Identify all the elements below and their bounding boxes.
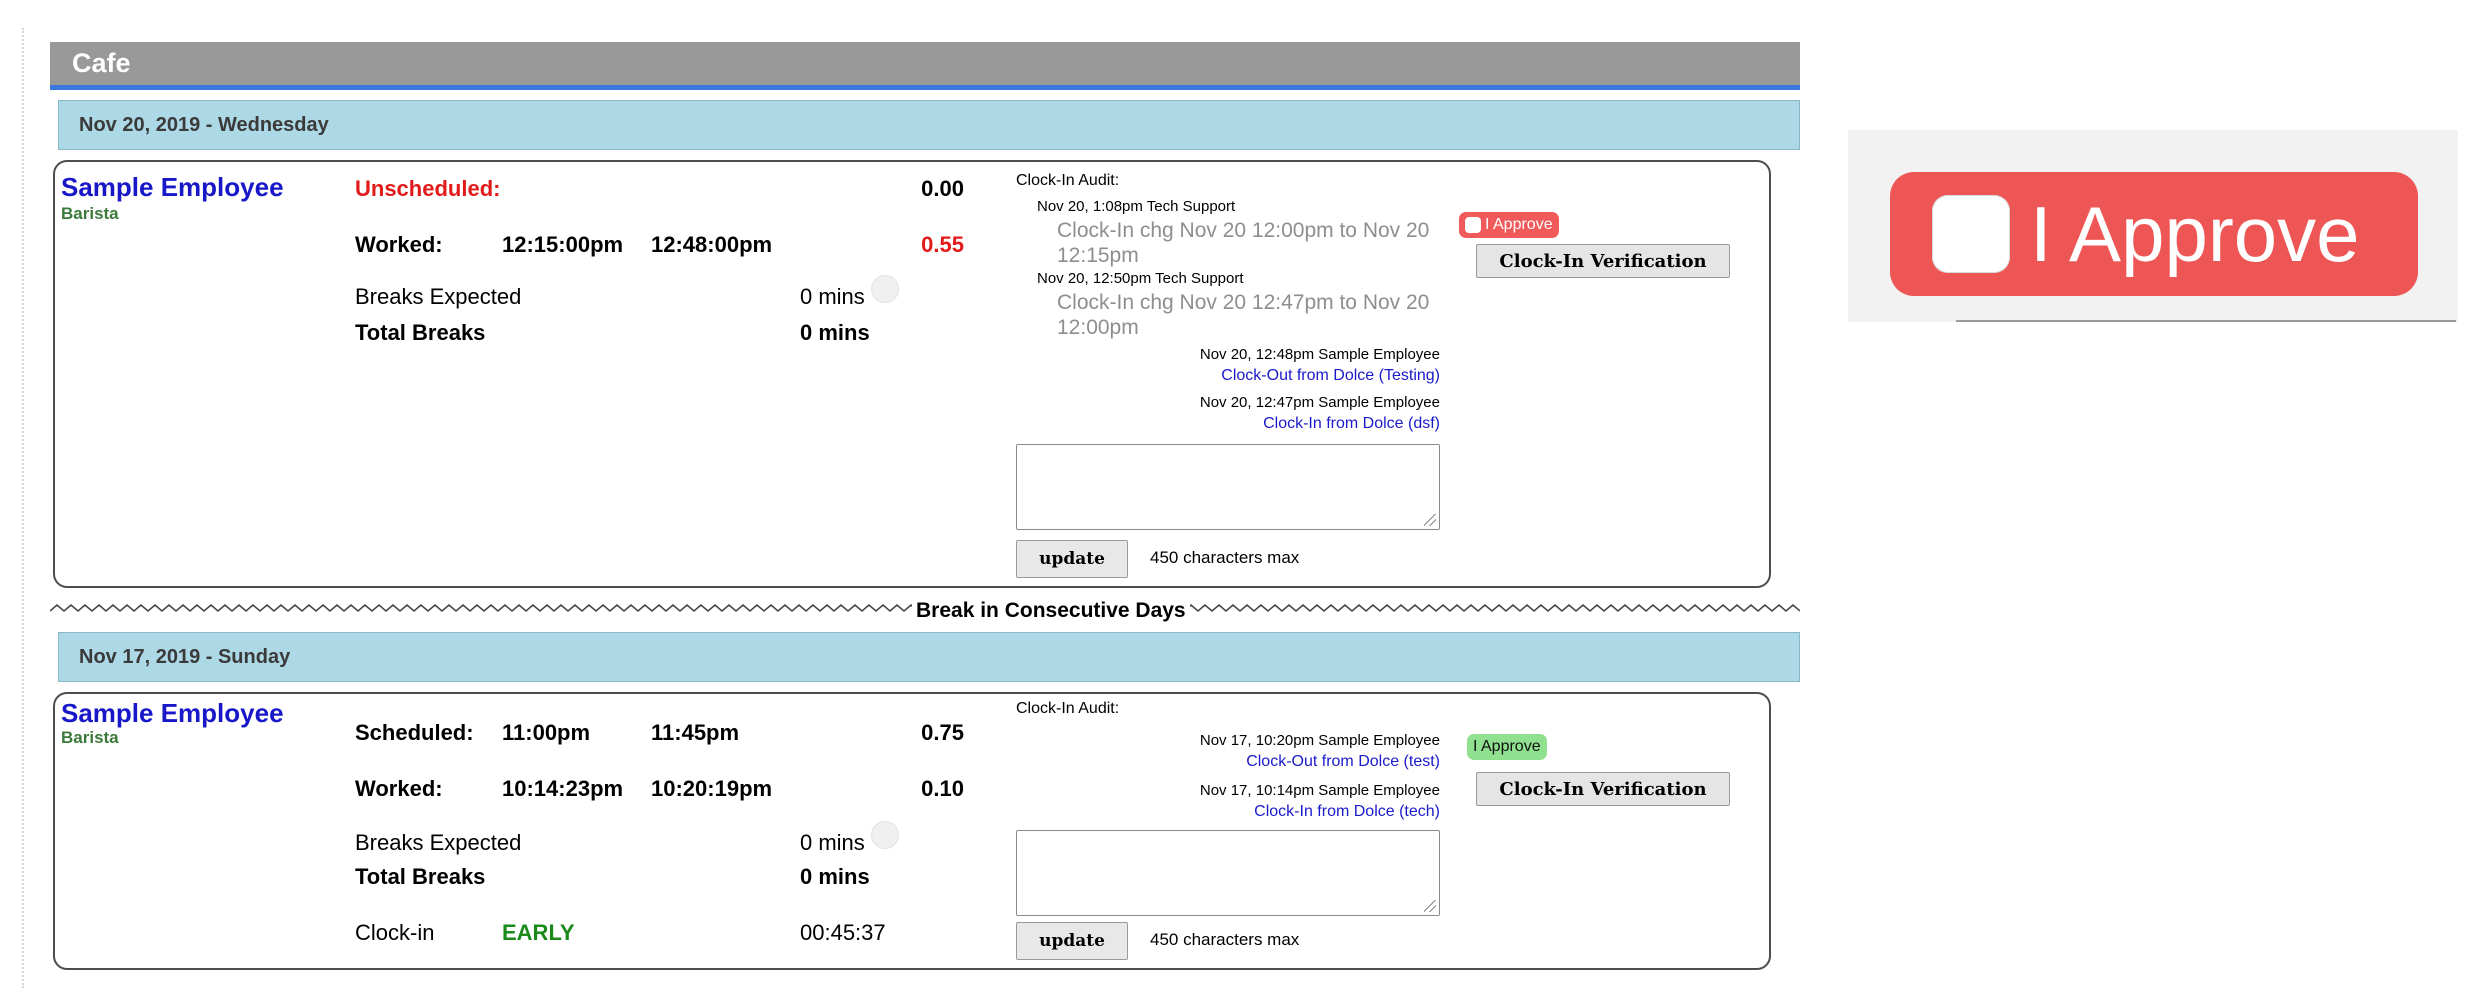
clock-in-label: Clock-in	[355, 920, 435, 945]
clock-in-status: EARLY	[502, 920, 575, 945]
clock-in-value: 00:45:37	[800, 920, 886, 945]
worked-start: 10:14:23pm	[502, 776, 624, 801]
checkbox-icon[interactable]	[1932, 195, 2010, 273]
breaks-expected-label: Breaks Expected	[355, 830, 522, 855]
scheduled-label: Scheduled:	[355, 720, 474, 745]
scheduled-start: 11:00pm	[502, 720, 591, 745]
resize-grip-icon[interactable]	[1424, 900, 1436, 912]
audit-title: Clock-In Audit:	[1016, 172, 1120, 189]
audit-event-link[interactable]: Clock-In from Dolce (tech)	[1040, 803, 1440, 821]
divider	[1956, 320, 2456, 322]
audit-change-text: Clock-In chg Nov 20 12:47pm to Nov 20 12…	[1057, 291, 1430, 339]
audit-event-link[interactable]: Clock-In from Dolce (dsf)	[1040, 415, 1440, 433]
audit-event-meta: Nov 20, 12:47pm Sample Employee	[1199, 394, 1440, 411]
worked-end: 10:20:19pm	[651, 776, 773, 801]
audit-note-textarea[interactable]	[1016, 830, 1440, 916]
section-title: Cafe	[72, 48, 131, 78]
audit-event-link[interactable]: Clock-Out from Dolce (Testing)	[1040, 367, 1440, 385]
chars-hint: 450 characters max	[1150, 548, 1300, 567]
audit-change-text: Clock-In chg Nov 20 12:00pm to Nov 20 12…	[1057, 219, 1430, 267]
update-button[interactable]: update	[1016, 540, 1128, 578]
timecard-entry: Sample Employee Barista Unscheduled: 0.0…	[53, 160, 1771, 588]
timecard-panel: Cafe Nov 20, 2019 - Wednesday Sample Emp…	[50, 42, 1800, 970]
resize-grip-icon[interactable]	[1424, 514, 1436, 526]
breaks-expected-value: 0 mins	[800, 830, 865, 855]
day-date: Nov 17, 2019 - Sunday	[79, 645, 291, 668]
approve-label: I Approve	[2030, 189, 2360, 278]
breaks-toggle[interactable]	[871, 821, 899, 849]
unscheduled-label: Unscheduled:	[355, 176, 501, 201]
approve-toggle[interactable]: I Approve	[1467, 734, 1547, 760]
worked-start: 12:15:00pm	[502, 232, 624, 257]
total-breaks-value: 0 mins	[800, 320, 870, 345]
checkbox-icon[interactable]	[1465, 217, 1481, 233]
update-button[interactable]: update	[1016, 922, 1128, 960]
approve-label: I Approve	[1473, 738, 1541, 755]
employee-role: Barista	[61, 728, 119, 747]
employee-name[interactable]: Sample Employee	[61, 172, 284, 203]
total-breaks-label: Total Breaks	[355, 320, 486, 345]
scheduled-end: 11:45pm	[651, 720, 740, 745]
timecard-entry: Sample Employee Barista Scheduled: 11:00…	[53, 692, 1771, 970]
approve-toggle[interactable]: I Approve	[1459, 212, 1559, 238]
audit-note-textarea[interactable]	[1016, 444, 1440, 530]
total-breaks-value: 0 mins	[800, 864, 870, 889]
approve-zoom-callout: I Approve	[1848, 130, 2458, 322]
day-header: Nov 17, 2019 - Sunday	[58, 632, 1800, 682]
break-label: Break in Consecutive Days	[912, 599, 1190, 623]
audit-change-meta: Nov 20, 1:08pm Tech Support	[1037, 198, 1236, 215]
employee-name[interactable]: Sample Employee	[61, 698, 284, 729]
worked-hours: 0.10	[921, 776, 964, 801]
clock-in-verification-button[interactable]: Clock-In Verification	[1476, 244, 1730, 278]
approve-toggle-zoomed[interactable]: I Approve	[1890, 172, 2418, 296]
worked-label: Worked:	[355, 232, 443, 257]
audit-change-meta: Nov 20, 12:50pm Tech Support	[1037, 270, 1244, 287]
audit-event-meta: Nov 20, 12:48pm Sample Employee	[1199, 346, 1440, 363]
breaks-expected-value: 0 mins	[800, 284, 865, 309]
audit-event-meta: Nov 17, 10:14pm Sample Employee	[1199, 782, 1440, 799]
breaks-toggle[interactable]	[871, 275, 899, 303]
audit-event-link[interactable]: Clock-Out from Dolce (test)	[1040, 753, 1440, 771]
audit-title: Clock-In Audit:	[1016, 700, 1120, 717]
total-breaks-label: Total Breaks	[355, 864, 486, 889]
unscheduled-hours: 0.00	[921, 176, 964, 201]
breaks-expected-label: Breaks Expected	[355, 284, 522, 309]
section-header: Cafe	[50, 42, 1800, 90]
worked-label: Worked:	[355, 776, 443, 801]
left-dotted-rule	[22, 28, 24, 988]
day-date: Nov 20, 2019 - Wednesday	[79, 113, 329, 136]
day-header: Nov 20, 2019 - Wednesday	[58, 100, 1800, 150]
employee-role: Barista	[61, 204, 119, 223]
approve-label: I Approve	[1485, 216, 1553, 233]
audit-event-meta: Nov 17, 10:20pm Sample Employee	[1199, 732, 1440, 749]
worked-hours: 0.55	[921, 232, 964, 257]
scheduled-hours: 0.75	[921, 720, 964, 745]
clock-in-verification-button[interactable]: Clock-In Verification	[1476, 772, 1730, 806]
chars-hint: 450 characters max	[1150, 930, 1300, 949]
worked-end: 12:48:00pm	[651, 232, 773, 257]
